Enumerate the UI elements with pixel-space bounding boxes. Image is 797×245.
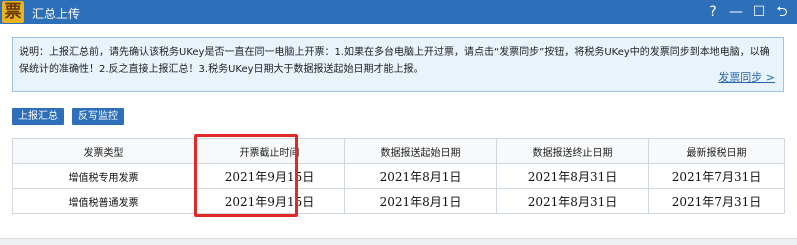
header-report-start-date: 数据报送起始日期 bbox=[344, 138, 497, 164]
cell-invoice-type: 增值税普通发票 bbox=[12, 188, 195, 214]
notice-text: 说明：上报汇总前，请先确认该税务UKey是否一直在同一电脑上开票：1.如果在多台… bbox=[19, 47, 770, 75]
header-latest-tax-date: 最新报税日期 bbox=[648, 138, 785, 164]
help-icon[interactable]: ? bbox=[703, 2, 723, 22]
table-row[interactable]: 增值税普通发票 2021年9月15日 2021年8月1日 2021年8月31日 … bbox=[12, 188, 785, 214]
cell-invoice-type: 增值税专用发票 bbox=[12, 163, 195, 189]
invoice-summary-table: 发票类型 开票截止时间 数据报送起始日期 数据报送终止日期 最新报税日期 增值税… bbox=[12, 138, 785, 214]
writeback-monitor-button[interactable]: 反写监控 bbox=[72, 108, 124, 125]
cell-latest-tax-date: 2021年7月31日 bbox=[648, 163, 785, 189]
cell-latest-tax-date: 2021年7月31日 bbox=[648, 188, 785, 214]
window-title: 汇总上传 bbox=[32, 7, 81, 21]
notice-panel: 说明：上报汇总前，请先确认该税务UKey是否一直在同一电脑上开票：1.如果在多台… bbox=[12, 37, 784, 92]
restore-icon[interactable]: ⮌ bbox=[772, 2, 792, 22]
cell-report-end-date: 2021年8月31日 bbox=[496, 163, 649, 189]
header-invoice-deadline: 开票截止时间 bbox=[194, 138, 345, 164]
cell-report-end-date: 2021年8月31日 bbox=[496, 188, 649, 214]
app-logo-icon: 票 bbox=[2, 1, 24, 23]
invoice-sync-link[interactable]: 发票同步 > bbox=[718, 69, 775, 85]
cell-invoice-deadline: 2021年9月15日 bbox=[194, 188, 345, 214]
report-summary-button[interactable]: 上报汇总 bbox=[12, 108, 64, 125]
title-bar: 票 汇总上传 ? — ☐ ⮌ bbox=[0, 0, 797, 24]
cell-invoice-deadline: 2021年9月15日 bbox=[194, 163, 345, 189]
header-report-end-date: 数据报送终止日期 bbox=[496, 138, 649, 164]
table-header-row: 发票类型 开票截止时间 数据报送起始日期 数据报送终止日期 最新报税日期 bbox=[12, 138, 785, 164]
table-row[interactable]: 增值税专用发票 2021年9月15日 2021年8月1日 2021年8月31日 … bbox=[12, 163, 785, 189]
cell-report-start-date: 2021年8月1日 bbox=[344, 188, 497, 214]
bottom-strip bbox=[0, 238, 797, 245]
header-invoice-type: 发票类型 bbox=[12, 138, 195, 164]
minimize-icon[interactable]: — bbox=[726, 2, 746, 22]
cell-report-start-date: 2021年8月1日 bbox=[344, 163, 497, 189]
maximize-icon[interactable]: ☐ bbox=[749, 2, 769, 22]
